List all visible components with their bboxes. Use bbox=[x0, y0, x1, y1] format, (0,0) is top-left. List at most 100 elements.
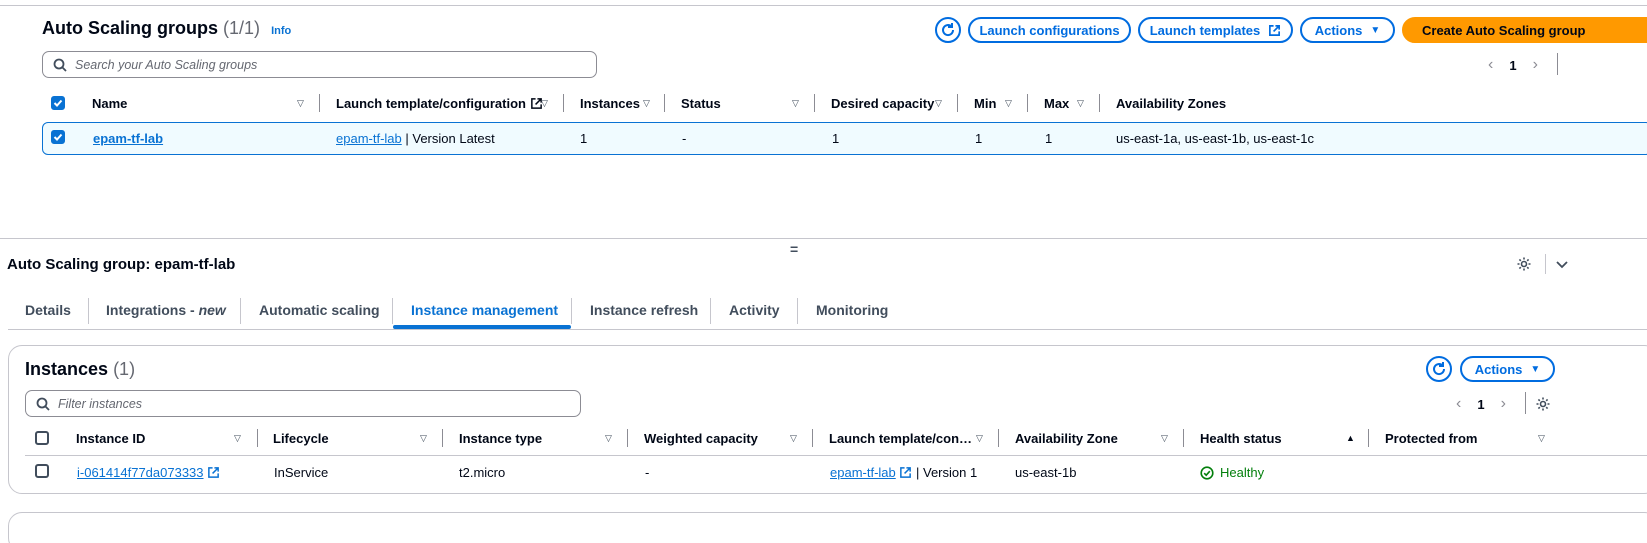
create-auto-scaling-group-button[interactable]: Create Auto Scaling group bbox=[1402, 17, 1647, 43]
launch-configurations-button[interactable]: Launch configurations bbox=[968, 17, 1131, 43]
select-all-checkbox[interactable] bbox=[51, 96, 65, 110]
col-status[interactable]: Status bbox=[681, 96, 721, 111]
settings-icon[interactable] bbox=[1516, 256, 1532, 275]
groups-title: Auto Scaling groups bbox=[42, 18, 219, 38]
external-link-icon[interactable] bbox=[207, 466, 220, 479]
col-resizer[interactable] bbox=[1099, 94, 1100, 112]
next-page-icon[interactable]: › bbox=[1533, 56, 1538, 74]
col-instance-id[interactable]: Instance ID bbox=[76, 431, 145, 446]
group-name-link[interactable]: epam-tf-lab bbox=[93, 131, 163, 146]
col-availability-zone[interactable]: Availability Zone bbox=[1015, 431, 1118, 446]
col-instance-type[interactable]: Instance type bbox=[459, 431, 542, 446]
create-auto-scaling-group-label: Create Auto Scaling group bbox=[1422, 22, 1586, 38]
external-link-icon[interactable] bbox=[899, 466, 912, 479]
col-resizer[interactable] bbox=[1183, 429, 1184, 447]
sort-icon[interactable]: ▽ bbox=[790, 433, 797, 444]
sort-icon[interactable]: ▽ bbox=[1538, 433, 1545, 444]
col-resizer[interactable] bbox=[442, 429, 443, 447]
tab-divider bbox=[710, 298, 711, 324]
col-resizer[interactable] bbox=[1027, 94, 1028, 112]
prev-page-icon[interactable]: ‹ bbox=[1456, 395, 1461, 413]
col-lifecycle[interactable]: Lifecycle bbox=[273, 431, 329, 446]
col-health-status[interactable]: Health status bbox=[1200, 431, 1282, 446]
tab-instance-refresh[interactable]: Instance refresh bbox=[590, 302, 698, 318]
tab-monitoring[interactable]: Monitoring bbox=[816, 302, 888, 318]
table-row[interactable] bbox=[42, 122, 1647, 155]
launch-templates-button[interactable]: Launch templates bbox=[1138, 17, 1293, 43]
groups-heading: Auto Scaling groups (1/1) Info bbox=[42, 18, 291, 39]
instances-refresh-button[interactable] bbox=[1426, 356, 1452, 382]
row-launch-template: epam-tf-lab | Version Latest bbox=[336, 131, 495, 146]
tab-instance-management[interactable]: Instance management bbox=[411, 302, 558, 318]
col-resizer[interactable] bbox=[812, 429, 813, 447]
col-instances[interactable]: Instances bbox=[580, 96, 640, 111]
sort-icon[interactable]: ▽ bbox=[541, 98, 548, 109]
tab-activity[interactable]: Activity bbox=[729, 302, 780, 318]
external-link-icon bbox=[1269, 24, 1281, 36]
tab-details[interactable]: Details bbox=[25, 302, 71, 318]
col-launch-template[interactable]: Launch template/configuration bbox=[336, 96, 543, 111]
instances-search-input[interactable] bbox=[58, 396, 548, 411]
sort-icon[interactable]: ▽ bbox=[976, 433, 983, 444]
instances-count: (1) bbox=[113, 359, 136, 379]
col-weighted-capacity[interactable]: Weighted capacity bbox=[644, 431, 758, 446]
instance-type: t2.micro bbox=[459, 465, 506, 480]
sort-icon[interactable]: ▽ bbox=[297, 98, 304, 109]
info-link[interactable]: Info bbox=[271, 25, 291, 37]
col-availability-zones[interactable]: Availability Zones bbox=[1116, 96, 1226, 111]
groups-actions-button[interactable]: Actions ▼ bbox=[1300, 17, 1395, 43]
tab-integrations[interactable]: Integrations - new bbox=[106, 302, 226, 318]
instances-page-number[interactable]: 1 bbox=[1477, 397, 1484, 412]
col-protected-from[interactable]: Protected from bbox=[1385, 431, 1477, 446]
sort-ascending-icon[interactable]: ▲ bbox=[1346, 433, 1355, 443]
instance-row-checkbox[interactable] bbox=[35, 464, 49, 478]
next-page-icon[interactable]: › bbox=[1501, 395, 1506, 413]
col-resizer[interactable] bbox=[563, 94, 564, 112]
col-resizer[interactable] bbox=[814, 94, 815, 112]
instances-search[interactable] bbox=[25, 390, 581, 417]
sort-icon[interactable]: ▽ bbox=[605, 433, 612, 444]
sort-icon[interactable]: ▽ bbox=[234, 433, 241, 444]
sort-icon[interactable]: ▽ bbox=[935, 98, 942, 109]
instance-id-cell: i-061414f77da073333 bbox=[77, 465, 220, 480]
col-resizer[interactable] bbox=[957, 94, 958, 112]
health-status-indicator: Healthy bbox=[1200, 465, 1264, 480]
col-resizer[interactable] bbox=[1368, 429, 1369, 447]
col-resizer[interactable] bbox=[627, 429, 628, 447]
instances-heading: Instances (1) bbox=[25, 359, 135, 380]
tab-automatic-scaling[interactable]: Automatic scaling bbox=[259, 302, 380, 318]
instance-id-link[interactable]: i-061414f77da073333 bbox=[77, 465, 204, 480]
instances-actions-button[interactable]: Actions ▼ bbox=[1460, 356, 1555, 382]
groups-search[interactable] bbox=[42, 51, 597, 78]
col-resizer[interactable] bbox=[257, 429, 258, 447]
preferences-gear-icon[interactable] bbox=[1535, 396, 1551, 415]
col-resizer[interactable] bbox=[998, 429, 999, 447]
sort-icon[interactable]: ▽ bbox=[420, 433, 427, 444]
col-min[interactable]: Min bbox=[974, 96, 996, 111]
launch-template-link[interactable]: epam-tf-lab bbox=[336, 131, 402, 146]
groups-search-input[interactable] bbox=[75, 57, 564, 72]
sort-icon[interactable]: ▽ bbox=[792, 98, 799, 109]
sort-icon[interactable]: ▽ bbox=[643, 98, 650, 109]
sort-icon[interactable]: ▽ bbox=[1077, 98, 1084, 109]
row-status: - bbox=[682, 131, 687, 146]
chevron-down-icon[interactable] bbox=[1556, 258, 1568, 273]
groups-page-number[interactable]: 1 bbox=[1509, 58, 1516, 73]
sort-icon[interactable]: ▽ bbox=[1161, 433, 1168, 444]
instance-template-link[interactable]: epam-tf-lab bbox=[830, 465, 896, 480]
row-instances: 1 bbox=[580, 131, 588, 146]
col-launch-template[interactable]: Launch template/con… bbox=[829, 431, 972, 446]
col-name[interactable]: Name bbox=[92, 96, 127, 111]
refresh-button[interactable] bbox=[935, 17, 961, 43]
col-resizer[interactable] bbox=[664, 94, 665, 112]
select-all-instances-checkbox[interactable] bbox=[35, 431, 49, 445]
col-resizer[interactable] bbox=[319, 94, 320, 112]
row-checkbox[interactable] bbox=[51, 130, 65, 144]
col-max[interactable]: Max bbox=[1044, 96, 1069, 111]
resize-handle-icon[interactable]: = bbox=[790, 241, 798, 257]
row-desired: 1 bbox=[832, 131, 840, 146]
tab-divider bbox=[88, 298, 89, 324]
prev-page-icon[interactable]: ‹ bbox=[1488, 56, 1493, 74]
sort-icon[interactable]: ▽ bbox=[1005, 98, 1012, 109]
col-desired-capacity[interactable]: Desired capacity bbox=[831, 96, 934, 111]
